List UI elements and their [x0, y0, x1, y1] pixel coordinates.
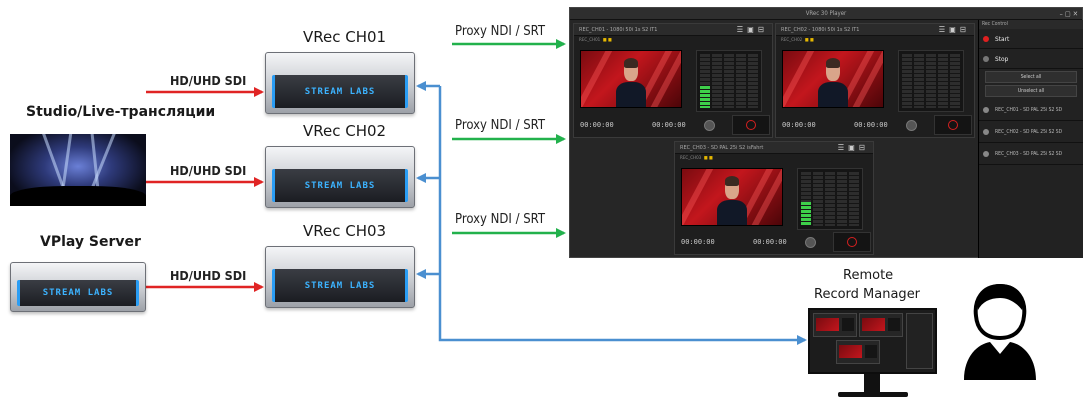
panel-menu-icon[interactable]: ☰▣⊟: [838, 142, 869, 153]
vplay-label: VPlay Server: [40, 234, 141, 250]
server-label-ch03: VRec CH03: [303, 222, 387, 240]
record-button[interactable]: [732, 115, 770, 135]
channel-dot-icon: [983, 150, 989, 157]
app-title: VRec 30 Player: [805, 10, 847, 17]
proxy-label-3: Proxy NDI / SRT: [455, 212, 545, 227]
server-label-ch02: VRec CH02: [303, 122, 387, 140]
video-preview: [681, 168, 783, 226]
studio-label: Studio/Live-трансляции: [26, 104, 216, 120]
vrec-server-ch02: STREAM LABS: [265, 146, 415, 208]
channel-dot-icon: [983, 128, 989, 135]
vplay-server: STREAM LABS: [10, 262, 146, 312]
record-button[interactable]: [833, 232, 871, 252]
channel-panel-3: REC_CH03 - SD PAL 25i S2 isFahrt ☰▣⊟ REC_…: [674, 141, 874, 255]
remote-label-line1: Remote: [843, 268, 894, 283]
video-preview: [782, 50, 884, 108]
video-preview: [580, 50, 682, 108]
audio-meter: [898, 50, 964, 112]
app-titlebar: VRec 30 Player – ▢ ✕: [570, 8, 1082, 20]
select-all-button[interactable]: Select all: [985, 71, 1077, 83]
sidebar-header: Rec Control: [979, 20, 1083, 29]
unselect-all-button[interactable]: Unselect all: [985, 85, 1077, 97]
sidebar-channel-2[interactable]: REC_CH02 - SD PAL 25i S2 SD: [979, 121, 1083, 143]
stop-button[interactable]: [906, 120, 917, 131]
timecode-out: 00:00:00: [753, 238, 787, 246]
audio-meter: [797, 168, 863, 230]
timecode-out: 00:00:00: [854, 121, 888, 129]
record-button[interactable]: [934, 115, 972, 135]
vrec-server-ch03: STREAM LABS: [265, 246, 415, 308]
server-brand: STREAM LABS: [304, 180, 376, 191]
monitor-base: [838, 392, 908, 397]
stop-button[interactable]: [704, 120, 715, 131]
channel-label: REC_CH01 - SD PAL 25i S2 SD: [995, 106, 1063, 113]
stop-dot-icon: [983, 55, 989, 62]
panel-menu-icon[interactable]: ☰▣⊟: [737, 24, 768, 35]
timecode-in: 00:00:00: [782, 121, 816, 129]
channel-panel-1: REC_CH01 - 1080i 50i 1s S2 IT1 ☰▣⊟ REC_CH…: [573, 23, 773, 138]
proxy-label-1: Proxy NDI / SRT: [455, 24, 545, 39]
server-label-ch01: VRec CH01: [303, 28, 387, 46]
user-icon: [964, 283, 1036, 380]
monitor-stand: [864, 374, 880, 392]
panel-menu-icon[interactable]: ☰▣⊟: [939, 24, 970, 35]
rec-control-sidebar: Rec Control Start Stop Select all Unsele…: [978, 20, 1083, 258]
vrec-server-ch01: STREAM LABS: [265, 52, 415, 114]
timecode-in: 00:00:00: [681, 238, 715, 246]
audio-meter: [696, 50, 762, 112]
concert-image: [10, 134, 146, 206]
server-brand: STREAM LABS: [42, 287, 114, 298]
panel-title: REC_CH02 - 1080i 50i 1s S2 IT1: [781, 27, 860, 33]
stop-all-button[interactable]: Stop: [979, 49, 1083, 69]
sidebar-channel-3[interactable]: REC_CH03 - SD PAL 25i S2 SD: [979, 143, 1083, 165]
sidebar-channel-1[interactable]: REC_CH01 - SD PAL 25i S2 SD: [979, 99, 1083, 121]
panel-title: REC_CH01 - 1080i 50i 1s S2 IT1: [579, 27, 658, 33]
server-brand: STREAM LABS: [304, 280, 376, 291]
monitor-screen: [808, 308, 937, 374]
server-brand: STREAM LABS: [304, 86, 376, 97]
channel-label: REC_CH02 - SD PAL 25i S2 SD: [995, 128, 1063, 135]
stop-label: Stop: [995, 54, 1009, 63]
record-dot-icon: [983, 35, 989, 42]
timecode-in: 00:00:00: [580, 121, 614, 129]
remote-label-line2: Record Manager: [814, 287, 921, 302]
recorder-app-window: VRec 30 Player – ▢ ✕ REC_CH01 - 1080i 50…: [569, 7, 1083, 258]
channel-label: REC_CH03 - SD PAL 25i S2 SD: [995, 150, 1063, 157]
start-label: Start: [995, 34, 1010, 43]
panel-title: REC_CH03 - SD PAL 25i S2 isFahrt: [680, 145, 764, 151]
start-button[interactable]: Start: [979, 29, 1083, 49]
channel-panel-2: REC_CH02 - 1080i 50i 1s S2 IT1 ☰▣⊟ REC_CH…: [775, 23, 975, 138]
stop-button[interactable]: [805, 237, 816, 248]
channel-dot-icon: [983, 106, 989, 113]
timecode-out: 00:00:00: [652, 121, 686, 129]
sdi-label-3: HD/UHD SDI: [170, 268, 247, 283]
sdi-label-1: HD/UHD SDI: [170, 73, 247, 88]
window-controls[interactable]: – ▢ ✕: [1060, 8, 1078, 20]
sdi-label-2: HD/UHD SDI: [170, 163, 247, 178]
proxy-label-2: Proxy NDI / SRT: [455, 118, 545, 133]
